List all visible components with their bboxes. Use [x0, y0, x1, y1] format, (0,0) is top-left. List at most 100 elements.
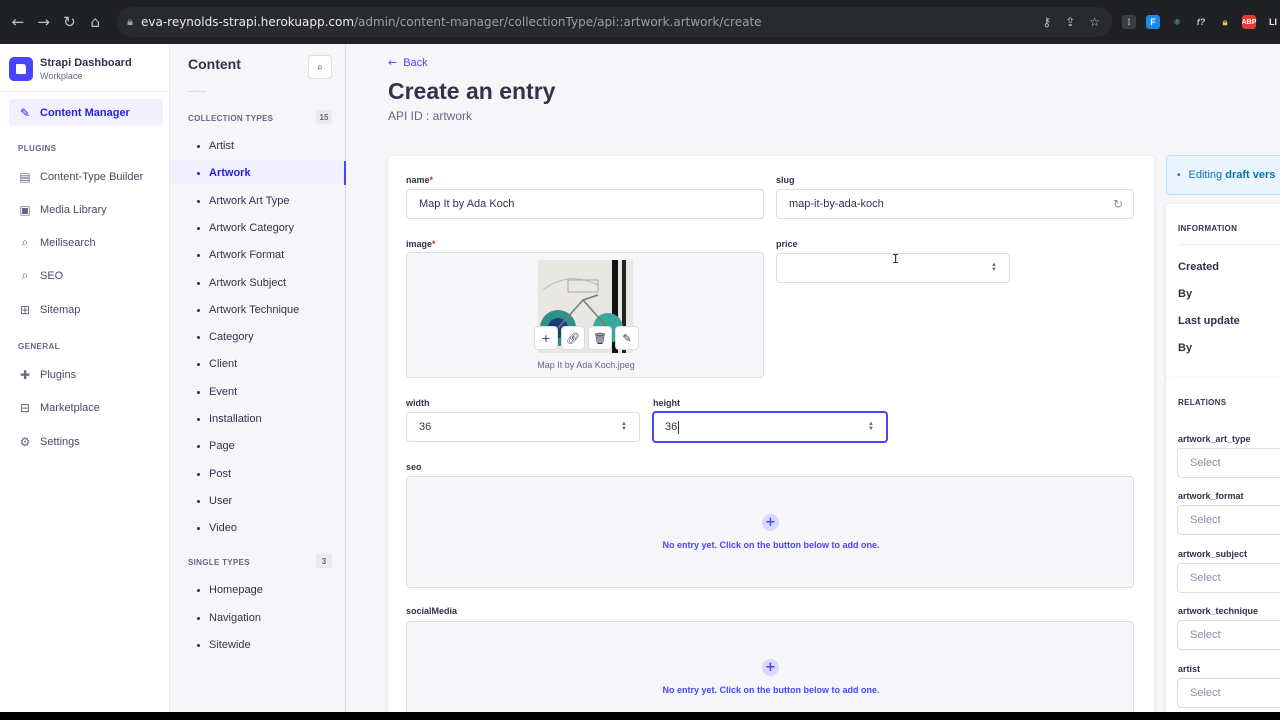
single-count-badge: 3: [316, 554, 332, 568]
info-last-update: Last update: [1178, 315, 1240, 327]
subnav-item-installation[interactable]: Installation: [170, 407, 346, 431]
adblock-icon[interactable]: ABP: [1242, 15, 1256, 29]
nav-seo[interactable]: ⌕ SEO: [9, 262, 163, 289]
nav-settings[interactable]: ⚙ Settings: [9, 428, 163, 455]
info-created-by: By: [1178, 288, 1193, 300]
page-title: Create an entry: [388, 78, 556, 104]
social-media-component: + No entry yet. Click on the button belo…: [406, 621, 1134, 712]
text-cursor-icon: I: [892, 252, 900, 266]
add-image-icon[interactable]: +: [534, 326, 558, 350]
nav-marketplace[interactable]: ⊟ Marketplace: [9, 394, 163, 421]
edit-pencil-icon[interactable]: ✎: [615, 326, 639, 350]
relation-artwork-art-type-label: artwork_art_type: [1178, 434, 1251, 444]
subnav-item-client[interactable]: Client: [170, 352, 346, 376]
price-label: price: [776, 239, 798, 249]
text-caret: [678, 420, 680, 434]
seo-label: seo: [406, 462, 422, 472]
function-ext-icon[interactable]: f?: [1194, 15, 1209, 29]
subnav-item-artwork-technique[interactable]: Artwork Technique: [170, 298, 346, 322]
trash-icon[interactable]: 🗑︎: [588, 326, 612, 350]
stepper-icon[interactable]: ▲ ▼: [621, 421, 627, 432]
slug-label: slug: [776, 175, 795, 185]
url-host: eva-reynolds-strapi.herokuapp.com: [140, 15, 355, 29]
padlock-ext-icon[interactable]: 🔒︎: [1218, 15, 1233, 29]
relations-header: RELATIONS: [1178, 398, 1227, 407]
relation-artist-select[interactable]: Select: [1177, 678, 1280, 708]
subnav-item-sitewide[interactable]: Sitewide: [170, 633, 346, 657]
relation-artwork-art-type-select[interactable]: Select: [1177, 448, 1280, 478]
relation-artwork-subject-select[interactable]: Select: [1177, 563, 1280, 593]
nav-content-manager[interactable]: ✎ Content Manager: [9, 99, 163, 126]
subnav-item-artwork[interactable]: Artwork: [170, 161, 346, 185]
extension-menu-icon[interactable]: ⁞: [1122, 15, 1137, 29]
browser-toolbar: ← → ↻ ⌂ 🔒︎ eva-reynolds-strapi.herokuapp…: [0, 0, 1280, 44]
information-header: INFORMATION: [1178, 224, 1238, 233]
home-icon[interactable]: ⌂: [85, 12, 105, 32]
li-ext-icon[interactable]: LI: [1266, 15, 1280, 29]
main-nav: Strapi Dashboard Workplace ✎ Content Man…: [0, 44, 170, 712]
image-media-field[interactable]: + 🔗︎ 🗑︎ ✎ Map It by Ada Koch.jpeg: [406, 252, 764, 378]
link-icon[interactable]: 🔗︎: [561, 326, 585, 350]
height-input[interactable]: 36 ▲ ▼: [652, 411, 888, 443]
reload-icon[interactable]: ↻: [60, 12, 80, 32]
search-icon[interactable]: ⌕: [308, 55, 332, 79]
add-seo-plus-icon[interactable]: +: [762, 514, 779, 531]
extension-f-icon[interactable]: F: [1146, 15, 1161, 29]
address-bar[interactable]: 🔒︎ eva-reynolds-strapi.herokuapp.com/adm…: [117, 7, 1113, 37]
forward-arrow-icon[interactable]: →: [34, 12, 54, 32]
relation-artist-label: artist: [1178, 664, 1201, 674]
bottom-border: [0, 712, 1280, 720]
nav-label: Media Library: [40, 203, 107, 216]
nav-label: Marketplace: [40, 401, 100, 414]
nav-plugins[interactable]: ✚ Plugins: [9, 361, 163, 388]
height-label: height: [653, 398, 680, 408]
subnav-item-post[interactable]: Post: [170, 462, 346, 486]
general-header: GENERAL: [18, 342, 60, 351]
subnav-item-artwork-category[interactable]: Artwork Category: [170, 216, 346, 240]
nav-content-type-builder[interactable]: ▤ Content-Type Builder: [9, 163, 163, 190]
name-input[interactable]: Map It by Ada Koch: [406, 189, 764, 219]
image-label: image*: [406, 239, 436, 249]
seo-empty-text: No entry yet. Click on the button below …: [662, 540, 880, 550]
subnav-item-page[interactable]: Page: [170, 434, 346, 458]
stepper-icon[interactable]: ▲ ▼: [991, 262, 997, 273]
name-label: name*: [406, 175, 434, 185]
collection-count-badge: 15: [316, 110, 332, 124]
width-label: width: [406, 398, 430, 408]
relation-artwork-technique-select[interactable]: Select: [1177, 620, 1280, 650]
subnav-item-event[interactable]: Event: [170, 380, 346, 404]
add-social-plus-icon[interactable]: +: [762, 659, 779, 676]
back-link[interactable]: ← Back: [388, 56, 428, 69]
nav-sitemap[interactable]: ⊞ Sitemap: [9, 296, 163, 323]
seo-component: + No entry yet. Click on the button belo…: [406, 476, 1134, 588]
subnav-item-navigation[interactable]: Navigation: [170, 606, 346, 630]
subnav-item-homepage[interactable]: Homepage: [170, 578, 346, 602]
nav-label: Sitemap: [40, 303, 81, 316]
builder-icon: ▤: [19, 169, 31, 184]
share-icon[interactable]: ⇪: [1065, 15, 1075, 29]
subnav-item-user[interactable]: User: [170, 489, 346, 513]
key-icon[interactable]: ⚷: [1042, 15, 1051, 29]
subnav-item-artwork-format[interactable]: Artwork Format: [170, 243, 346, 267]
info-updated-by: By: [1178, 342, 1193, 354]
puzzle-icon: ✚: [19, 367, 31, 382]
width-input[interactable]: 36 ▲ ▼: [406, 412, 640, 442]
nav-meilisearch[interactable]: ⌕ Meilisearch: [9, 229, 163, 256]
react-devtools-icon[interactable]: ⚛: [1170, 15, 1185, 29]
relation-artwork-format-select[interactable]: Select: [1177, 505, 1280, 535]
main-content: ← Back Create an entry API ID : artwork …: [346, 44, 1280, 712]
regenerate-icon[interactable]: ↻: [1113, 197, 1123, 211]
subnav-item-video[interactable]: Video: [170, 516, 346, 540]
subnav-item-artwork-art-type[interactable]: Artwork Art Type: [170, 189, 346, 213]
stepper-icon[interactable]: ▲ ▼: [868, 421, 874, 432]
subnav-item-category[interactable]: Category: [170, 325, 346, 349]
nav-media-library[interactable]: ▣ Media Library: [9, 196, 163, 223]
subnav-item-artist[interactable]: Artist: [170, 134, 346, 158]
subnav-item-artwork-subject[interactable]: Artwork Subject: [170, 271, 346, 295]
brand: Strapi Dashboard Workplace: [0, 50, 169, 88]
back-arrow-icon[interactable]: ←: [8, 12, 28, 32]
relation-artwork-subject-label: artwork_subject: [1178, 549, 1248, 559]
relation-artwork-technique-label: artwork_technique: [1178, 606, 1259, 616]
slug-input[interactable]: map-it-by-ada-koch ↻: [776, 189, 1134, 219]
star-icon[interactable]: ☆: [1089, 15, 1100, 29]
